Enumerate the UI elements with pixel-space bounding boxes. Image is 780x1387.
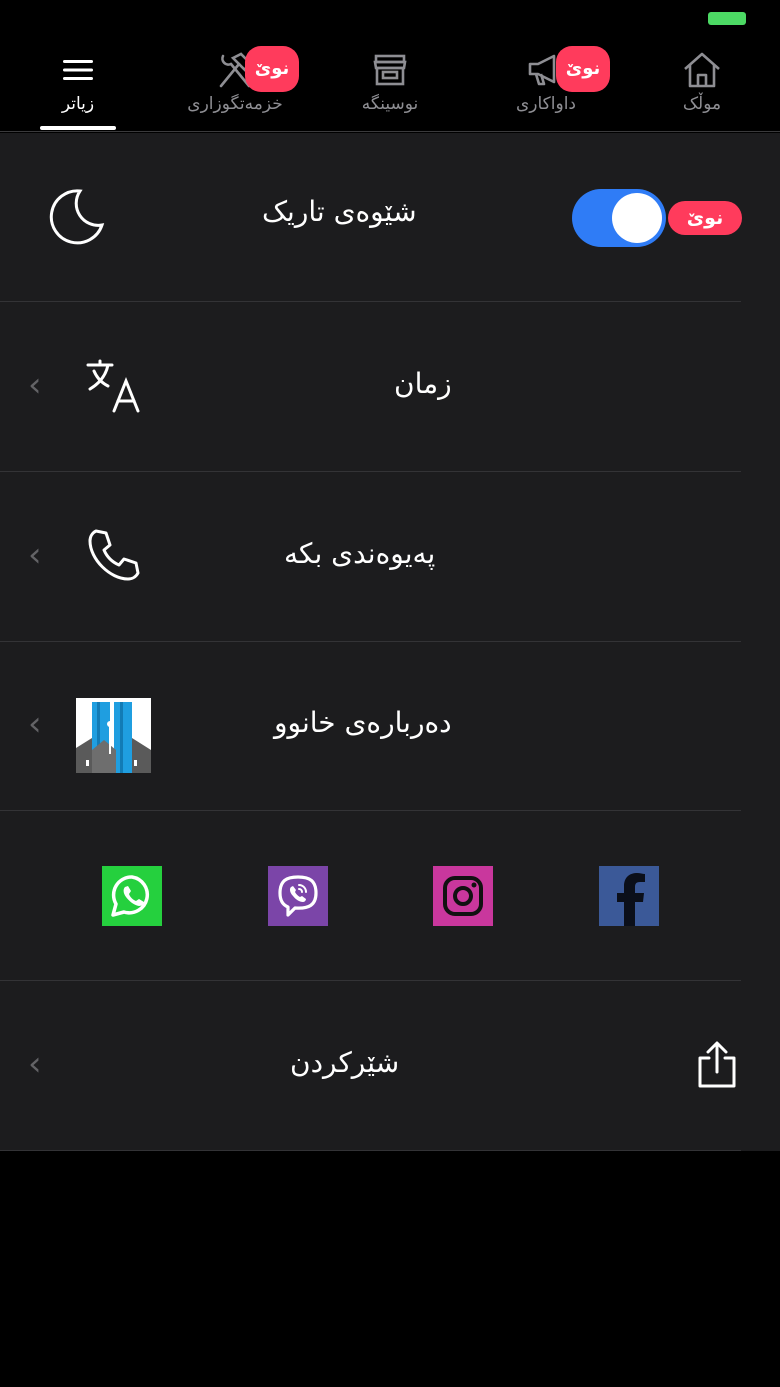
store-icon [372,50,408,90]
chevron-left-icon: ‹ [28,1044,42,1084]
divider [0,810,741,811]
services-new-badge: نوێ [245,46,299,92]
chevron-left-icon: ‹ [28,535,42,575]
dark-mode-row: شێوەی تاریک نوێ [0,133,780,302]
divider [0,980,741,981]
tab-requests-label: داواکاری [515,94,576,114]
social-row [0,812,780,981]
instagram-icon[interactable] [433,866,493,926]
about-label: دەربارەی خانوو [274,706,452,739]
moon-icon [46,185,106,249]
status-bar [0,0,780,40]
language-row[interactable]: ‹ زمان [0,303,780,472]
toggle-knob [612,193,662,243]
language-label: زمان [394,367,452,400]
phone-icon [86,527,142,587]
requests-new-badge: نوێ [556,46,610,92]
contact-label: پەیوەندی بکە [284,537,436,570]
share-icon [694,1040,740,1094]
translate-icon [86,359,142,417]
dark-mode-new-badge: نوێ [668,201,742,235]
tab-more-label: زیاتر [61,94,95,114]
viber-icon[interactable] [268,866,328,926]
share-row[interactable]: ‹ شێرکردن [0,982,780,1151]
contact-row[interactable]: ‹ پەیوەندی بکە [0,473,780,642]
divider [0,471,741,472]
empty-area [0,1151,780,1387]
battery-icon [708,12,746,25]
tab-services-label: خزمەتگوزاری [187,94,283,114]
tab-property-label: موڵک [682,94,722,114]
tab-office-label: نوسینگە [361,94,419,114]
tab-office[interactable]: نوسینگە [350,40,430,132]
chevron-left-icon: ‹ [28,704,42,744]
whatsapp-icon[interactable] [102,866,162,926]
active-tab-indicator [40,126,116,130]
settings-panel: شێوەی تاریک نوێ ‹ زمان ‹ پەیوەندی بکە ‹ … [0,133,780,1151]
tab-more[interactable]: زیاتر [38,40,118,132]
about-row[interactable]: ‹ دەربارەی خانوو [0,642,780,811]
home-icon [682,50,722,90]
chevron-left-icon: ‹ [28,365,42,405]
menu-icon [61,50,95,90]
share-label: شێرکردن [290,1046,400,1079]
khanoo-logo [76,698,151,773]
facebook-icon[interactable] [599,866,659,926]
dark-mode-toggle[interactable] [572,189,666,247]
dark-mode-label: شێوەی تاریک [262,195,417,228]
divider [0,301,741,302]
tab-property[interactable]: موڵک [670,40,734,132]
top-tab-bar: زیاتر خزمەتگوزاری نوێ نوسینگە داواکاری ن… [0,40,780,132]
